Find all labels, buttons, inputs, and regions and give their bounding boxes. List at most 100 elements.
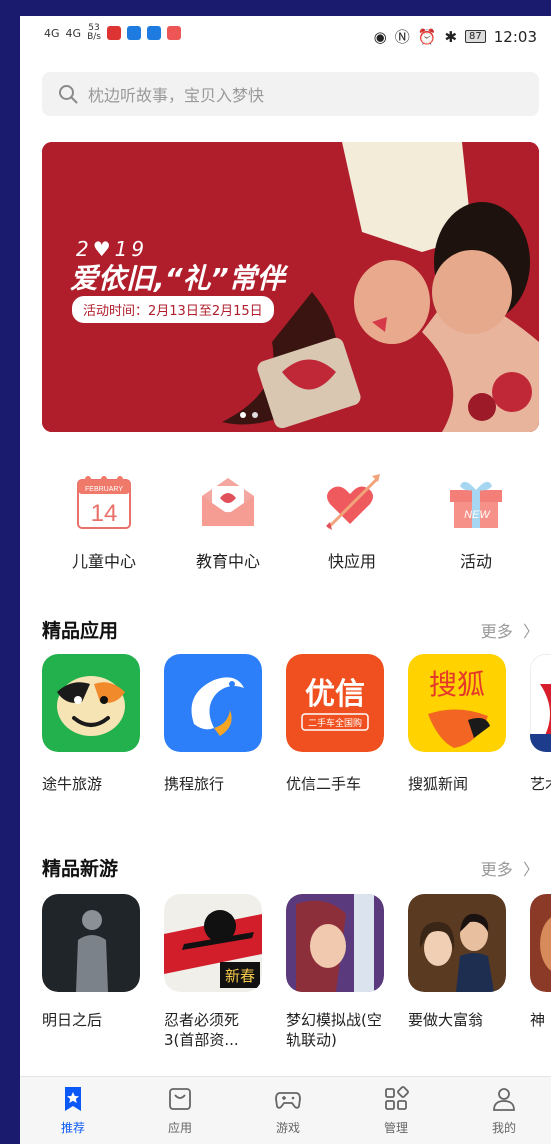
game-name: 梦幻模拟战(空轨联动) <box>286 1011 382 1049</box>
news-notification-icon <box>166 26 181 40</box>
game-partial-icon <box>530 894 551 992</box>
chevron-right-icon: 〉 <box>517 622 539 641</box>
chevron-right-icon: 〉 <box>517 860 539 879</box>
sim-signal-2: 4G <box>65 26 82 40</box>
calendar-month: FEBRUARY <box>85 486 123 493</box>
nav-tab-manage[interactable]: 管理 <box>356 1085 436 1136</box>
featured-games-list: 明日之后 新春 忍者必须死3(首部资... 梦幻模拟战(空轨联动) 要做大富翁 … <box>42 894 551 1049</box>
app-card[interactable]: 途牛旅游 <box>42 654 142 794</box>
gamepad-icon <box>275 1092 301 1109</box>
banner-title: 爱依旧,“礼”常伴 <box>70 262 285 295</box>
calendar-icon: FEBRUARY 14 <box>77 476 131 529</box>
app-card[interactable]: 优信 二手车全国购 优信二手车 <box>286 654 386 794</box>
tuniu-cow-icon <box>42 654 140 752</box>
app-name: 艺术 <box>530 775 551 793</box>
game-name: 神 <box>530 1011 546 1029</box>
quick-entry-label: 儿童中心 <box>71 552 136 571</box>
more-link[interactable]: 更多 〉 <box>481 618 539 642</box>
game-card[interactable]: 梦幻模拟战(空轨联动) <box>286 894 386 1050</box>
youxin-icon: 优信 二手车全国购 <box>286 654 384 752</box>
quick-entry-label: 活动 <box>459 552 492 571</box>
game-ninja-icon: 新春 <box>164 894 262 992</box>
person-icon <box>493 1088 515 1111</box>
nav-tab-games[interactable]: 游戏 <box>248 1085 328 1136</box>
game-name: 要做大富翁 <box>408 1011 484 1029</box>
quick-entry-label: 快应用 <box>327 552 376 571</box>
game-name: 明日之后 <box>42 1011 103 1029</box>
quick-entry-quick-app[interactable]: 快应用 <box>302 470 402 572</box>
banner-pager <box>240 412 258 418</box>
game-langrisser-icon <box>286 894 384 992</box>
love-letter-icon <box>202 478 254 526</box>
nav-label: 推荐 <box>60 1121 85 1135</box>
promo-banner[interactable]: 2♥19 爱依旧,“礼”常伴 活动时间：2月13日至2月15日 <box>42 142 539 432</box>
game-tycoon-icon <box>408 894 506 992</box>
nav-label: 应用 <box>167 1121 192 1135</box>
app-screen: 4G 4G 53 B/s ◉ Ⓝ ⏰ ✱ 87 12:03 枕边听故事，宝贝入梦… <box>20 16 551 1144</box>
app-bag-icon <box>169 1088 191 1110</box>
quick-entry-kids-center[interactable]: FEBRUARY 14 儿童中心 <box>54 470 154 572</box>
pager-dot-active <box>240 412 246 418</box>
quick-entry-events[interactable]: NEW 活动 <box>426 470 526 572</box>
status-bar: 4G 4G 53 B/s ◉ Ⓝ ⏰ ✱ 87 12:03 <box>20 16 551 56</box>
eye-comfort-icon: ◉ <box>373 27 387 46</box>
nav-label: 游戏 <box>275 1121 300 1135</box>
nav-tab-recommend[interactable]: 推荐 <box>33 1085 113 1136</box>
quick-entry-label: 教育中心 <box>195 552 260 571</box>
game-card[interactable]: 新春 忍者必须死3(首部资... <box>164 894 264 1050</box>
featured-apps-list: 途牛旅游 携程旅行 优信 二手车全国购 优信二手车 搜狐 搜狐新闻 艺 <box>42 653 551 794</box>
svg-text:新春: 新春 <box>225 967 255 985</box>
search-icon <box>59 85 78 104</box>
featured-apps-header: 精品应用 更多 〉 <box>42 616 539 646</box>
pager-dot <box>252 412 258 418</box>
game-name: 忍者必须死3(首部资... <box>164 1011 240 1049</box>
calendar-day: 14 <box>91 500 118 527</box>
health-notification-icon <box>106 26 121 40</box>
search-placeholder: 枕边听故事，宝贝入梦快 <box>88 86 265 105</box>
ctrip-dolphin-icon <box>164 654 262 752</box>
banner-date: 活动时间：2月13日至2月15日 <box>72 296 274 323</box>
app-card[interactable]: 搜狐 搜狐新闻 <box>408 654 508 794</box>
game-survivor-icon <box>42 894 140 992</box>
section-title: 精品新游 <box>42 858 119 880</box>
app-notification-icon-2 <box>146 26 161 40</box>
sohu-fox-icon: 搜狐 <box>408 654 506 752</box>
nav-label: 管理 <box>383 1121 408 1135</box>
nfc-icon: Ⓝ <box>394 28 410 46</box>
nav-tab-apps[interactable]: 应用 <box>140 1085 220 1136</box>
more-link[interactable]: 更多 〉 <box>481 856 539 880</box>
alarm-icon: ⏰ <box>417 27 437 46</box>
featured-games-header: 精品新游 更多 〉 <box>42 854 539 884</box>
gift-box-icon: NEW <box>450 481 502 528</box>
app-name: 优信二手车 <box>286 775 362 793</box>
heart-arrow-icon <box>326 474 380 530</box>
app-name: 携程旅行 <box>164 775 225 793</box>
search-bar[interactable]: 枕边听故事，宝贝入梦快 <box>42 72 539 116</box>
game-card[interactable]: 神 <box>530 894 551 1030</box>
quick-entries: FEBRUARY 14 儿童中心 教育中心 快应用 NEW 活动 <box>20 470 551 580</box>
app-name: 途牛旅游 <box>42 775 103 793</box>
section-title: 精品应用 <box>42 620 119 642</box>
svg-text:优信: 优信 <box>305 677 365 712</box>
new-badge: NEW <box>464 509 491 521</box>
battery-indicator: 87 <box>465 30 486 43</box>
bottom-nav: 推荐 应用 游戏 管理 我的 <box>20 1076 551 1144</box>
game-card[interactable]: 要做大富翁 <box>408 894 508 1030</box>
app-notification-icon <box>126 26 141 40</box>
svg-text:二手车全国购: 二手车全国购 <box>308 717 362 729</box>
star-bookmark-icon <box>65 1087 81 1111</box>
clock: 12:03 <box>493 27 537 46</box>
grid-manage-icon <box>385 1086 409 1110</box>
app-card[interactable]: 艺术 <box>529 653 551 794</box>
sim-signal-1: 4G <box>44 26 60 40</box>
app-name: 搜狐新闻 <box>408 775 469 793</box>
quick-entry-education-center[interactable]: 教育中心 <box>178 470 278 572</box>
nav-tab-mine[interactable]: 我的 <box>464 1085 544 1136</box>
svg-text:搜狐: 搜狐 <box>429 668 485 701</box>
art-icon <box>529 653 551 753</box>
game-card[interactable]: 明日之后 <box>42 894 142 1030</box>
network-speed: 53 B/s <box>87 23 101 42</box>
nav-label: 我的 <box>491 1121 516 1135</box>
bluetooth-icon: ✱ <box>444 27 458 46</box>
app-card[interactable]: 携程旅行 <box>164 654 264 794</box>
